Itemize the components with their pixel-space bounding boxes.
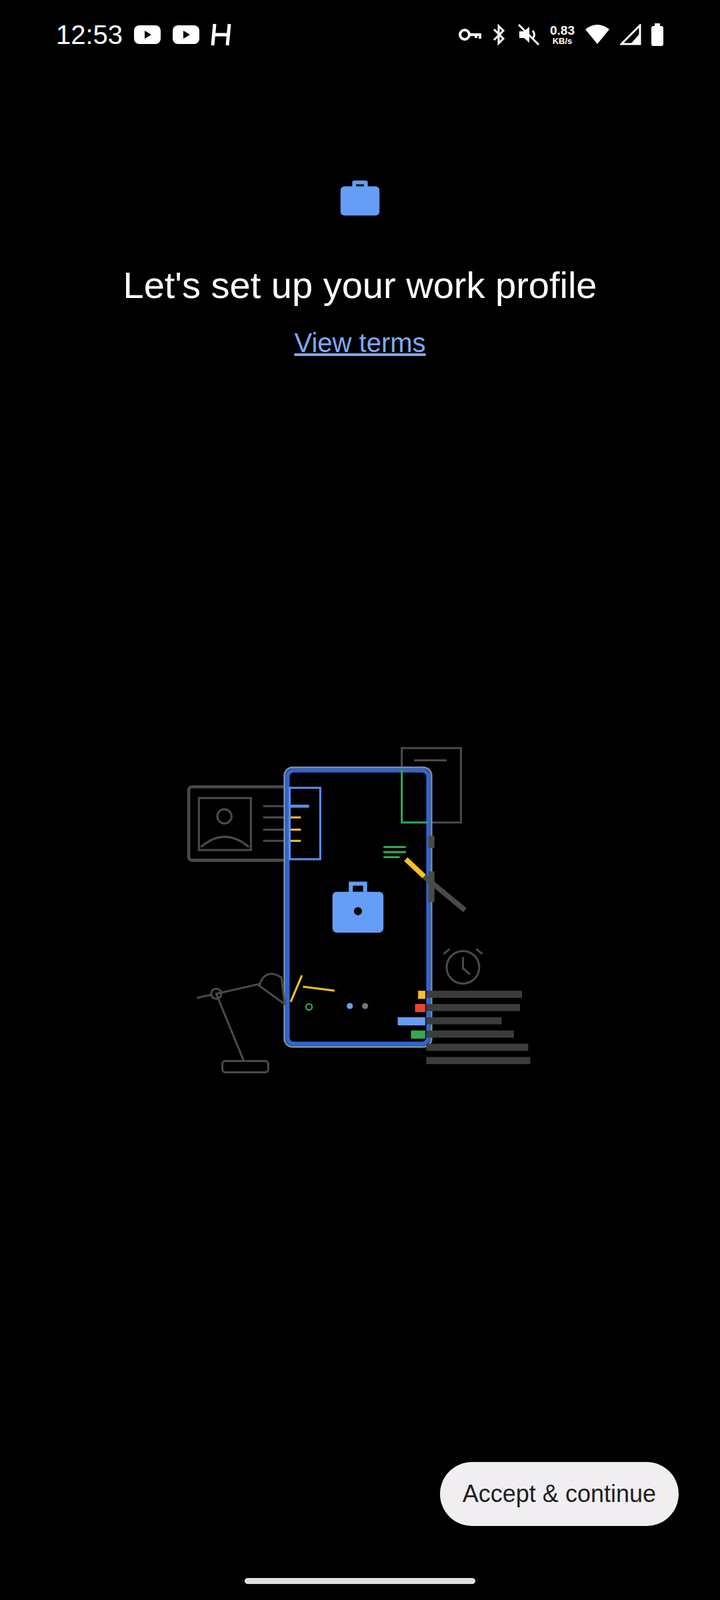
wifi-icon (584, 24, 611, 46)
navigation-handle[interactable] (244, 1578, 476, 1584)
bluetooth-icon (491, 22, 508, 47)
battery-icon (650, 22, 664, 47)
mute-icon (516, 22, 541, 47)
button-row: Accept & continue (0, 1462, 720, 1526)
app-icon (210, 21, 234, 48)
vpn-key-icon (458, 26, 482, 43)
view-terms-link[interactable]: View terms (294, 326, 426, 360)
status-bar: 12:53 0.83KB/s (0, 0, 720, 70)
title: Let's set up your work profile (96, 262, 624, 309)
youtube-icon (133, 24, 162, 46)
signal-icon (620, 24, 642, 46)
screen: 12:53 0.83KB/s Let's set up your work prof… (0, 0, 720, 1600)
work-profile-illustration (186, 744, 534, 1076)
network-speed: 0.83KB/s (550, 24, 575, 46)
content: Let's set up your work profile View terms… (0, 69, 720, 1600)
youtube-icon (172, 24, 200, 46)
clock: 12:53 (56, 21, 123, 48)
briefcase-icon (336, 174, 384, 222)
accept-continue-button[interactable]: Accept & continue (440, 1462, 679, 1526)
